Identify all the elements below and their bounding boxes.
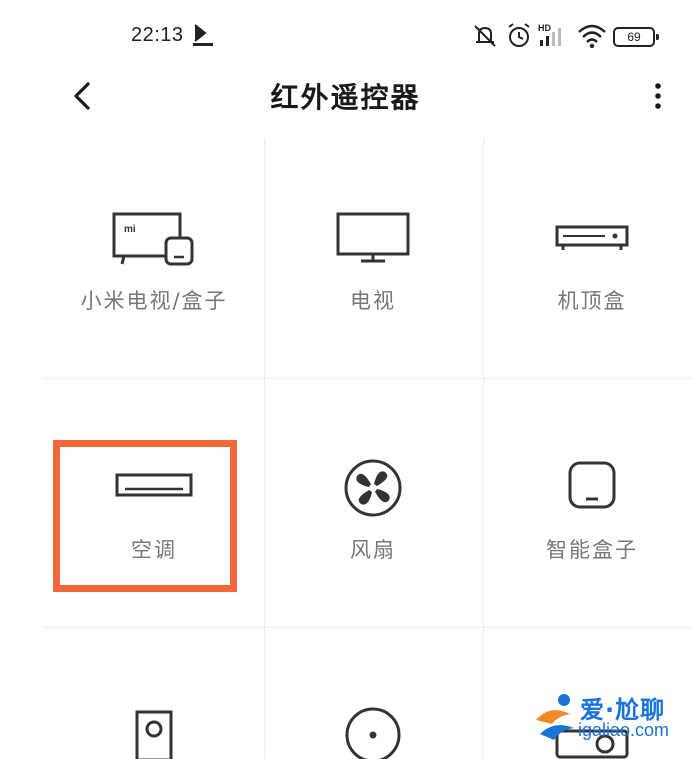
set-top-box-icon bbox=[555, 225, 629, 250]
device-fan[interactable]: 风扇 bbox=[264, 380, 482, 626]
device-smart-box[interactable]: 智能盒子 bbox=[483, 380, 691, 626]
grid-divider bbox=[42, 378, 691, 379]
device-speaker[interactable] bbox=[45, 629, 263, 759]
alarm-icon bbox=[508, 23, 530, 47]
fan-icon bbox=[344, 459, 402, 517]
dvd-icon bbox=[345, 707, 401, 759]
mi-tv-box-icon: mi bbox=[112, 212, 194, 266]
mute-icon bbox=[474, 25, 496, 47]
speaker-icon bbox=[135, 710, 173, 759]
cellular-signal-icon: HD bbox=[538, 23, 561, 46]
status-bar: 22:13 HD 69 bbox=[0, 0, 691, 70]
air-conditioner-icon bbox=[115, 473, 193, 497]
smart-box-icon bbox=[568, 461, 616, 509]
device-label: 智能盒子 bbox=[546, 538, 638, 562]
device-tv[interactable]: 电视 bbox=[264, 140, 482, 376]
page-title: 红外遥控器 bbox=[270, 81, 421, 114]
wifi-icon bbox=[578, 24, 606, 49]
device-label: 机顶盒 bbox=[557, 289, 627, 313]
status-icons: HD 69 bbox=[470, 20, 670, 52]
battery-indicator: 69 bbox=[613, 27, 659, 47]
device-label: 小米电视/盒子 bbox=[80, 289, 228, 313]
watermark-url: igaliao.com bbox=[578, 720, 670, 740]
device-dvd[interactable] bbox=[264, 629, 482, 759]
device-air-conditioner[interactable]: 空调 bbox=[45, 380, 263, 626]
device-label: 电视 bbox=[350, 289, 396, 313]
more-vertical-icon bbox=[655, 83, 661, 109]
device-label: 风扇 bbox=[350, 538, 396, 562]
watermark-logo-icon bbox=[536, 694, 574, 740]
tv-icon bbox=[336, 212, 410, 263]
device-set-top-box[interactable]: 机顶盒 bbox=[483, 140, 691, 376]
device-label: 空调 bbox=[131, 538, 177, 562]
device-mi-tv-box[interactable]: mi 小米电视/盒子 bbox=[45, 140, 263, 376]
svg-text:mi: mi bbox=[124, 224, 136, 235]
status-time: 22:13 bbox=[131, 24, 184, 46]
grid-divider bbox=[42, 627, 691, 628]
signal-hd-label: HD bbox=[538, 23, 551, 33]
watermark: 爱·尬聊 igaliao.com bbox=[530, 690, 690, 750]
more-options-button[interactable] bbox=[645, 76, 671, 116]
header: 红外遥控器 bbox=[0, 68, 691, 128]
app-notification-icon bbox=[193, 24, 213, 46]
